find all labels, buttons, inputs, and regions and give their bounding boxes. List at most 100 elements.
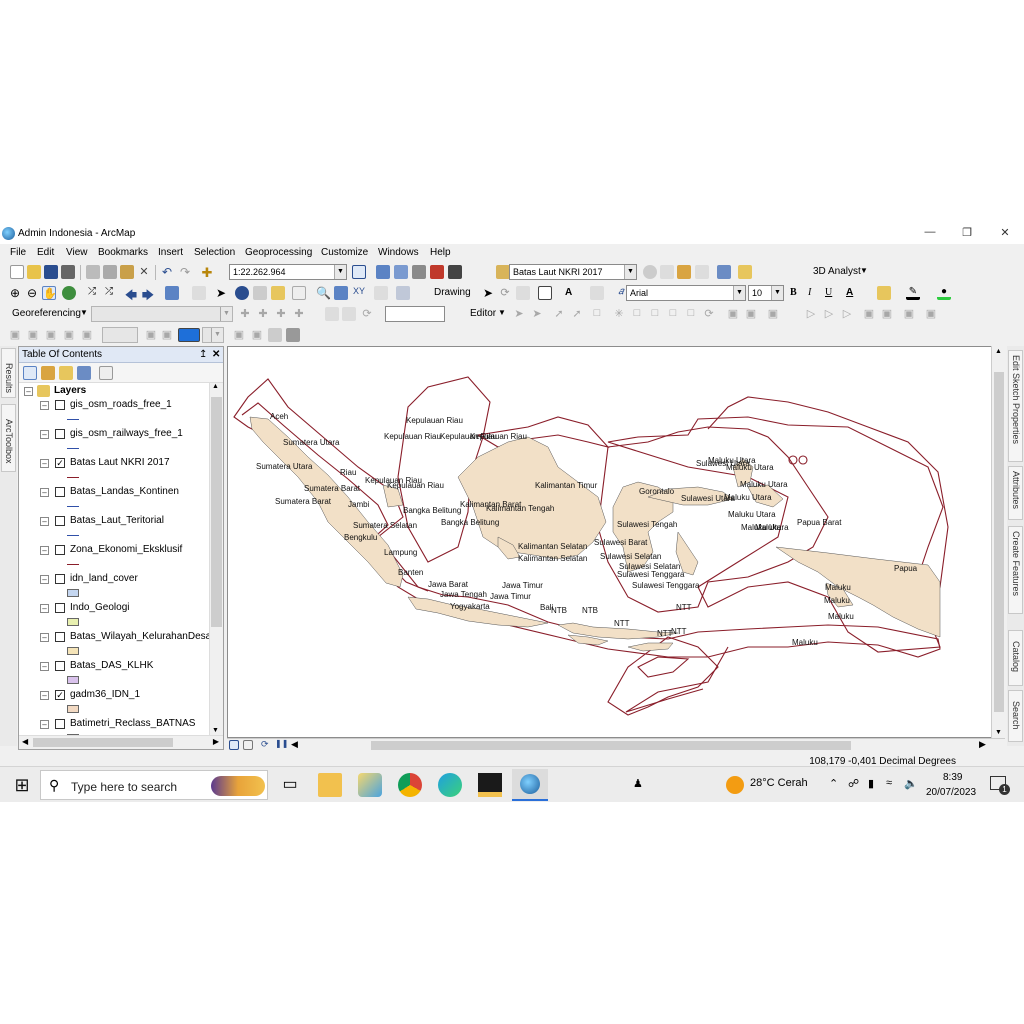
sticky-app-icon[interactable] <box>478 773 502 797</box>
scroll-left-icon[interactable]: ◀ <box>22 737 28 746</box>
layer-visibility-checkbox[interactable] <box>55 719 65 729</box>
map-vertical-scrollbar[interactable]: ▲ ▼ <box>991 346 1005 738</box>
network-icon[interactable]: ☍ <box>848 777 859 790</box>
new-document-icon[interactable] <box>10 265 24 279</box>
layer-row[interactable]: – Batas_Landas_Kontinen <box>19 486 209 500</box>
paste-icon[interactable] <box>120 265 134 279</box>
layer-row[interactable]: – Zona_Ekonomi_Eksklusif <box>19 544 209 558</box>
menu-insert[interactable]: Insert <box>158 247 183 258</box>
rectangle-icon[interactable] <box>538 286 552 300</box>
menu-view[interactable]: View <box>66 247 88 258</box>
reshape-icon[interactable]: □ <box>648 307 662 321</box>
print-icon[interactable] <box>61 265 75 279</box>
layer-visibility-checkbox[interactable] <box>55 429 65 439</box>
text-tool-icon[interactable]: A <box>565 287 572 298</box>
grid-combo[interactable] <box>102 327 138 343</box>
undo-icon[interactable]: ↶ <box>160 265 174 279</box>
collapse-icon[interactable]: – <box>40 662 49 671</box>
layer-row[interactable]: – Indo_Geologi <box>19 602 209 616</box>
create-viewer-icon[interactable] <box>396 286 410 300</box>
scroll-down-icon[interactable]: ▼ <box>995 729 1002 736</box>
task-view-icon[interactable]: ▭ <box>278 773 302 797</box>
file-explorer-icon[interactable] <box>318 773 342 797</box>
taskbar-search-box[interactable]: ⚲ Type here to search <box>40 770 268 800</box>
open-icon[interactable] <box>27 265 41 279</box>
land-area[interactable] <box>457 436 607 560</box>
redo-icon[interactable]: ↷ <box>178 265 192 279</box>
layer-visibility-checkbox[interactable] <box>55 574 65 584</box>
contrast-icon[interactable] <box>643 265 657 279</box>
georef-tool-icon[interactable]: ✚ <box>256 307 270 321</box>
georef-tool-icon[interactable]: ✚ <box>292 307 306 321</box>
layer-visibility-checkbox[interactable] <box>55 545 65 555</box>
collapse-icon[interactable]: – <box>40 575 49 584</box>
layer-row[interactable]: – ✓ Batas Laut NKRI 2017 <box>19 457 209 471</box>
html-popup-icon[interactable] <box>271 286 285 300</box>
layer-properties-icon[interactable] <box>738 265 752 279</box>
refresh-icon[interactable]: ⟳ <box>261 739 271 749</box>
grid-tool-icon[interactable]: ▣ <box>144 328 158 342</box>
show-hidden-icons[interactable]: ⌃ <box>829 777 838 790</box>
layout-tool-icon[interactable] <box>286 328 300 342</box>
collapse-icon[interactable]: – <box>40 691 49 700</box>
layout-tool-icon[interactable]: ▣ <box>232 328 246 342</box>
layer-name[interactable]: gis_osm_railways_free_1 <box>70 428 183 439</box>
collapse-icon[interactable]: – <box>40 604 49 613</box>
cut-icon[interactable] <box>86 265 100 279</box>
route-tool-icon[interactable]: ▣ <box>80 328 94 342</box>
route-tool-icon[interactable]: ▣ <box>44 328 58 342</box>
options-icon[interactable] <box>99 366 113 380</box>
georeferencing-menu[interactable]: Georeferencing <box>12 308 81 319</box>
pin-icon[interactable]: ↥ <box>199 349 207 360</box>
color-swatch[interactable] <box>178 328 200 342</box>
layer-name[interactable]: Batas_Laut_Teritorial <box>70 515 164 526</box>
fixed-zoom-out-icon[interactable]: ⤮ <box>102 286 116 300</box>
pan-icon[interactable]: ✋ <box>42 286 57 300</box>
scroll-up-icon[interactable]: ▲ <box>212 383 219 390</box>
weather-icon[interactable] <box>726 776 744 794</box>
split-icon[interactable]: □ <box>684 307 698 321</box>
attributes-icon[interactable]: ▣ <box>726 307 740 321</box>
layer-name[interactable]: idn_land_cover <box>70 573 138 584</box>
collapse-icon[interactable]: – <box>24 387 33 396</box>
table-of-contents-icon[interactable] <box>376 265 390 279</box>
map-canvas[interactable]: Aceh Sumatera Utara Sumatera Utara Riau Kepu… <box>228 347 1005 738</box>
layer-symbol[interactable] <box>67 448 79 449</box>
georef-tool-icon[interactable]: ✚ <box>238 307 252 321</box>
drawing-menu[interactable]: Drawing <box>434 287 471 298</box>
delete-icon[interactable]: ✕ <box>137 265 151 279</box>
layer-visibility-checkbox[interactable]: ✓ <box>55 458 65 468</box>
maritime-boundary-circle[interactable] <box>798 455 808 465</box>
layer-visibility-checkbox[interactable] <box>55 487 65 497</box>
layer-row[interactable]: – Batas_DAS_KLHK <box>19 660 209 674</box>
drawing-select-icon[interactable]: ➤ <box>481 286 495 300</box>
layout-tool-icon[interactable] <box>268 328 282 342</box>
windows-start-icon[interactable]: ⊞ <box>10 773 34 797</box>
layer-name[interactable]: Batimetri_Reclass_BATNAS <box>70 718 195 729</box>
layer-symbol[interactable] <box>67 705 79 713</box>
layer-name[interactable]: Batas_Wilayah_KelurahanDesa_10 <box>70 631 209 642</box>
rotate-edit-icon[interactable]: ⟳ <box>702 307 716 321</box>
viewer-icon[interactable] <box>342 307 356 321</box>
line-color-icon[interactable]: ✎ <box>906 286 920 300</box>
scroll-right-icon[interactable]: ▶ <box>213 737 219 746</box>
georef-tool-icon[interactable]: ✚ <box>274 307 288 321</box>
copy-icon[interactable] <box>103 265 117 279</box>
edit-vertices-icon[interactable]: □ <box>630 307 644 321</box>
notification-icon[interactable]: 1 <box>990 776 1010 795</box>
cut-polygons-icon[interactable]: □ <box>666 307 680 321</box>
topology-validate-icon[interactable]: ▣ <box>862 307 876 321</box>
zoom-to-element-icon[interactable] <box>516 286 530 300</box>
toc-hscroll-thumb[interactable] <box>33 738 173 747</box>
layer-row[interactable]: – idn_land_cover <box>19 573 209 587</box>
list-by-selection-icon[interactable] <box>77 366 91 380</box>
layer-visibility-checkbox[interactable] <box>55 400 65 410</box>
layout-tool-icon[interactable]: ▣ <box>250 328 264 342</box>
edit-tool-icon[interactable]: ➤ <box>512 307 526 321</box>
swipe-icon[interactable] <box>677 265 691 279</box>
go-to-xy-icon[interactable]: XY <box>352 286 366 300</box>
layer-visibility-checkbox[interactable] <box>55 632 65 642</box>
layer-symbol[interactable] <box>67 564 79 565</box>
layout-view-icon[interactable] <box>243 740 253 750</box>
layer-name[interactable]: Zona_Ekonomi_Eksklusif <box>70 544 182 555</box>
